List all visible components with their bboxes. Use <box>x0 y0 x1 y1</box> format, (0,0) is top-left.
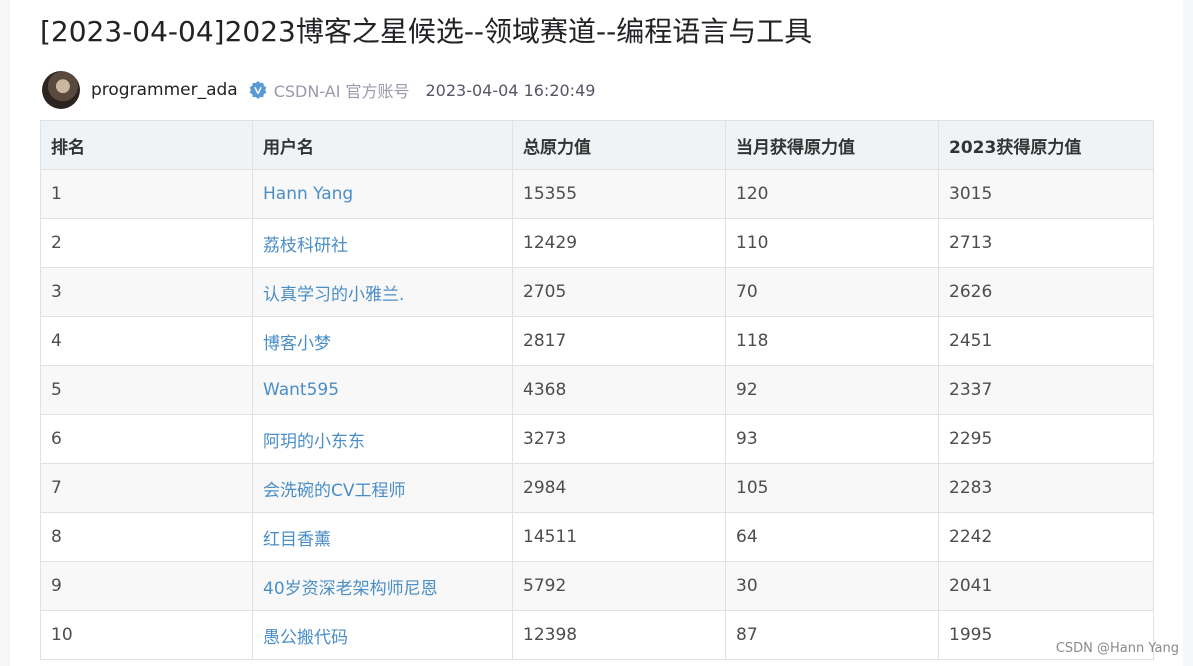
cell-month-force: 110 <box>725 218 939 268</box>
verified-badge-icon <box>249 81 267 99</box>
table-row: 6 阿玥的小东东 3273 93 2295 <box>40 414 1154 464</box>
cell-username[interactable]: Want595 <box>252 365 513 415</box>
cell-month-force: 87 <box>725 610 939 660</box>
cell-year-force: 2626 <box>938 267 1154 317</box>
cell-username[interactable]: 认真学习的小雅兰. <box>252 267 513 317</box>
table-row: 5 Want595 4368 92 2337 <box>40 365 1154 415</box>
table-header-row: 排名 用户名 总原力值 当月获得原力值 2023获得原力值 <box>40 120 1154 170</box>
table-row: 8 红目香薰 14511 64 2242 <box>40 512 1154 562</box>
cell-year-force: 2242 <box>938 512 1154 562</box>
table-row: 2 荔枝科研社 12429 110 2713 <box>40 218 1154 268</box>
cell-total-force: 3273 <box>512 414 726 464</box>
cell-month-force: 118 <box>725 316 939 366</box>
cell-rank: 2 <box>40 218 253 268</box>
cell-total-force: 12429 <box>512 218 726 268</box>
cell-rank: 5 <box>40 365 253 415</box>
table-row: 3 认真学习的小雅兰. 2705 70 2626 <box>40 267 1154 317</box>
cell-year-force: 2295 <box>938 414 1154 464</box>
cell-total-force: 12398 <box>512 610 726 660</box>
cell-username[interactable]: 愚公搬代码 <box>252 610 513 660</box>
cell-username[interactable]: 红目香薰 <box>252 512 513 562</box>
table-row: 9 40岁资深老架构师尼恩 5792 30 2041 <box>40 561 1154 611</box>
table-row: 10 愚公搬代码 12398 87 1995 <box>40 610 1154 660</box>
cell-rank: 8 <box>40 512 253 562</box>
cell-username[interactable]: 40岁资深老架构师尼恩 <box>252 561 513 611</box>
header-total-force: 总原力值 <box>512 120 726 170</box>
cell-total-force: 14511 <box>512 512 726 562</box>
cell-year-force: 2713 <box>938 218 1154 268</box>
header-username: 用户名 <box>252 120 513 170</box>
header-rank: 排名 <box>40 120 253 170</box>
cell-month-force: 70 <box>725 267 939 317</box>
cell-rank: 3 <box>40 267 253 317</box>
table-row: 1 Hann Yang 15355 120 3015 <box>40 169 1154 219</box>
cell-month-force: 92 <box>725 365 939 415</box>
table-row: 7 会洗碗的CV工程师 2984 105 2283 <box>40 463 1154 513</box>
cell-year-force: 3015 <box>938 169 1154 219</box>
cell-username[interactable]: 博客小梦 <box>252 316 513 366</box>
author-org: CSDN-AI 官方账号 <box>273 82 410 101</box>
cell-month-force: 105 <box>725 463 939 513</box>
watermark: CSDN @Hann Yang <box>1055 641 1179 656</box>
cell-total-force: 5792 <box>512 561 726 611</box>
cell-rank: 4 <box>40 316 253 366</box>
table-row: 4 博客小梦 2817 118 2451 <box>40 316 1154 366</box>
cell-month-force: 30 <box>725 561 939 611</box>
cell-username[interactable]: 会洗碗的CV工程师 <box>252 463 513 513</box>
cell-rank: 6 <box>40 414 253 464</box>
cell-total-force: 2984 <box>512 463 726 513</box>
header-month-force: 当月获得原力值 <box>725 120 939 170</box>
cell-total-force: 15355 <box>512 169 726 219</box>
cell-rank: 1 <box>40 169 253 219</box>
cell-rank: 7 <box>40 463 253 513</box>
cell-rank: 10 <box>40 610 253 660</box>
cell-year-force: 2337 <box>938 365 1154 415</box>
ranking-table: 排名 用户名 总原力值 当月获得原力值 2023获得原力值 1 Hann Yang… <box>40 120 1154 660</box>
cell-total-force: 4368 <box>512 365 726 415</box>
author-name[interactable]: programmer_ada <box>91 80 238 100</box>
cell-username[interactable]: Hann Yang <box>252 169 513 219</box>
header-year-force: 2023获得原力值 <box>938 120 1154 170</box>
cell-year-force: 2283 <box>938 463 1154 513</box>
cell-year-force: 2041 <box>938 561 1154 611</box>
cell-username[interactable]: 阿玥的小东东 <box>252 414 513 464</box>
cell-username[interactable]: 荔枝科研社 <box>252 218 513 268</box>
cell-total-force: 2705 <box>512 267 726 317</box>
cell-month-force: 93 <box>725 414 939 464</box>
cell-month-force: 120 <box>725 169 939 219</box>
article-title: [2023-04-04]2023博客之星候选--领域赛道--编程语言与工具 <box>40 15 813 48</box>
publish-time: 2023-04-04 16:20:49 <box>425 80 596 100</box>
cell-month-force: 64 <box>725 512 939 562</box>
cell-total-force: 2817 <box>512 316 726 366</box>
cell-year-force: 2451 <box>938 316 1154 366</box>
avatar[interactable] <box>42 71 80 109</box>
cell-rank: 9 <box>40 561 253 611</box>
article-card: [2023-04-04]2023博客之星候选--领域赛道--编程语言与工具 pr… <box>10 0 1183 666</box>
article-meta: programmer_ada CSDN-AI 官方账号 2023-04-04 1… <box>42 70 595 110</box>
